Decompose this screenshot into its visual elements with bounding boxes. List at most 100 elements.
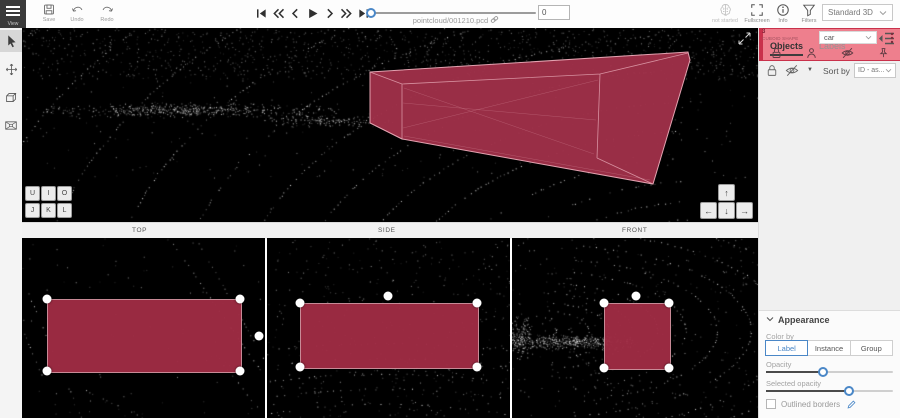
brain-icon	[718, 3, 733, 17]
opacity-slider[interactable]	[766, 371, 893, 373]
undo-label: Undo	[64, 17, 90, 23]
appearance-panel: Appearance Color by Label Instance Group…	[759, 310, 900, 418]
undo-button[interactable]: Undo	[64, 3, 90, 26]
previous-frame-icon	[288, 6, 303, 21]
top-view-label: TOP	[132, 227, 147, 234]
save-icon	[42, 3, 56, 16]
bbox-handle[interactable]	[43, 367, 52, 376]
frame-number-input[interactable]	[538, 5, 570, 20]
move-tool-button[interactable]	[0, 58, 22, 80]
fast-backward-button[interactable]	[270, 4, 286, 22]
hotkey-l-button[interactable]: L	[57, 203, 72, 218]
frame-slider-track[interactable]	[372, 12, 536, 14]
ai-status-button[interactable]: not started	[706, 3, 744, 24]
sort-select-value: ID - as...	[858, 67, 884, 74]
visibility-icon[interactable]	[841, 46, 854, 64]
bbox-handle[interactable]	[296, 363, 305, 372]
next-frame-button[interactable]	[321, 4, 337, 22]
previous-frame-button[interactable]	[287, 4, 303, 22]
info-label: Info	[770, 18, 796, 24]
next-frame-icon	[322, 6, 337, 21]
bbox-rotate-handle[interactable]	[255, 332, 264, 341]
lock-object-icon[interactable]	[771, 46, 782, 64]
more-options-icon[interactable]	[890, 32, 894, 44]
color-by-group-button[interactable]: Group	[850, 340, 893, 356]
assign-user-icon[interactable]	[806, 46, 817, 64]
caret-down-icon[interactable]: ▼	[807, 67, 813, 73]
bbox-handle[interactable]	[665, 299, 674, 308]
play-button[interactable]	[304, 4, 320, 22]
bbox-handle[interactable]	[600, 364, 609, 373]
save-button[interactable]: Save	[36, 3, 62, 26]
hotkey-u-button[interactable]: U	[25, 186, 40, 201]
pin-object-icon[interactable]	[878, 46, 889, 64]
object-id: 3	[762, 29, 765, 35]
menu-label: View	[0, 21, 26, 27]
opacity-slider-thumb[interactable]	[818, 367, 828, 377]
edit-pencil-icon[interactable]	[847, 400, 856, 409]
annotation-tool-app: View Save Undo Redo	[0, 0, 900, 418]
color-mode-segmented-control: Label Instance Group	[766, 340, 893, 356]
color-by-label-button[interactable]: Label	[765, 340, 808, 356]
hotkey-i-button[interactable]: I	[41, 186, 56, 201]
object-class-value: car	[824, 33, 834, 42]
bbox-front-view[interactable]	[604, 303, 671, 370]
fullscreen-button[interactable]: Fullscreen	[742, 3, 772, 24]
bbox-handle[interactable]	[296, 299, 305, 308]
object-card-actions	[771, 46, 889, 64]
lock-all-icon[interactable]	[766, 64, 778, 77]
chevron-down-icon	[885, 68, 892, 73]
opacity-label: Opacity	[766, 360, 791, 369]
point-cloud-canvas[interactable]	[22, 28, 758, 222]
hotkey-j-button[interactable]: J	[25, 203, 40, 218]
filters-button[interactable]: Filters	[796, 3, 822, 24]
arrow-up-button[interactable]: ↑	[718, 184, 735, 201]
bbox-handle[interactable]	[600, 299, 609, 308]
viewport-front[interactable]	[512, 238, 758, 418]
ai-status-label: not started	[706, 18, 744, 24]
selected-opacity-slider[interactable]	[766, 390, 893, 392]
outlined-borders-checkbox[interactable]	[766, 399, 776, 409]
expand-view-icon[interactable]	[738, 32, 751, 45]
viewport-side[interactable]	[267, 238, 510, 418]
frustum-icon	[4, 119, 18, 132]
fast-forward-button[interactable]	[338, 4, 354, 22]
frustum-tool-button[interactable]	[0, 114, 22, 136]
hotkey-o-button[interactable]: O	[57, 186, 72, 201]
viewport-top[interactable]	[22, 238, 265, 418]
redo-button[interactable]: Redo	[94, 3, 120, 26]
skip-to-first-button[interactable]	[253, 4, 269, 22]
arrow-left-button[interactable]: ←	[700, 202, 717, 219]
bbox-handle[interactable]	[665, 364, 674, 373]
arrow-right-button[interactable]: →	[736, 202, 753, 219]
cuboid-tool-button[interactable]	[0, 86, 22, 108]
bbox-top-view[interactable]	[47, 299, 242, 373]
bbox-handle[interactable]	[236, 295, 245, 304]
bbox-handle[interactable]	[473, 363, 482, 372]
selected-opacity-slider-fill	[766, 390, 849, 392]
select-tool-button[interactable]	[0, 30, 22, 52]
appearance-header[interactable]: Appearance	[766, 315, 830, 325]
arrow-down-button[interactable]: ↓	[718, 202, 735, 219]
main-menu-button[interactable]: View	[0, 0, 26, 28]
layout-select[interactable]: Standard 3D	[822, 4, 893, 21]
bbox-handle[interactable]	[236, 367, 245, 376]
bbox-handle[interactable]	[473, 299, 482, 308]
sort-select[interactable]: ID - as...	[854, 63, 896, 78]
object-class-select[interactable]: car	[819, 31, 877, 44]
chevron-down-icon	[879, 10, 887, 16]
hide-all-icon[interactable]	[785, 64, 799, 77]
bbox-rotate-handle[interactable]	[384, 292, 393, 301]
info-button[interactable]: Info	[770, 3, 796, 24]
viewport-3d[interactable]: U I O J K L ↑ ← ↓ →	[22, 28, 758, 222]
selected-opacity-slider-thumb[interactable]	[844, 386, 854, 396]
link-icon[interactable]	[490, 15, 499, 24]
cursor-icon	[5, 34, 18, 48]
bbox-rotate-handle[interactable]	[632, 292, 641, 301]
bbox-handle[interactable]	[43, 295, 52, 304]
bbox-side-view[interactable]	[300, 303, 479, 369]
color-by-instance-button[interactable]: Instance	[807, 340, 850, 356]
hotkey-k-button[interactable]: K	[41, 203, 56, 218]
frame-slider-thumb[interactable]	[366, 8, 376, 18]
sort-by-label: Sort by	[823, 66, 850, 76]
